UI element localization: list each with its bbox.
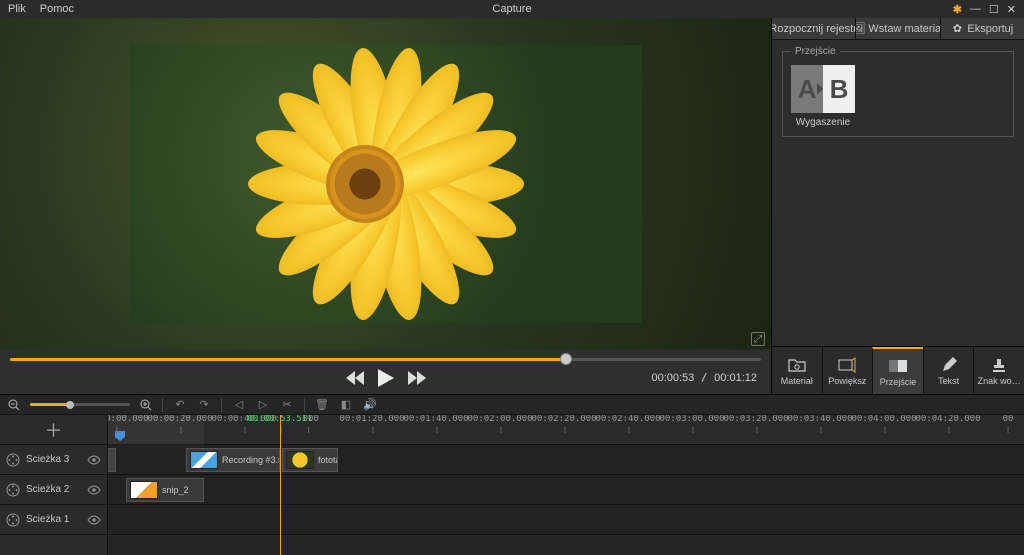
track-headers: ＋ Ścieżka 3 Ścieżka 2	[0, 415, 108, 555]
flower-center	[326, 145, 404, 223]
clip-spacer[interactable]	[108, 448, 116, 472]
transitions-panel: Przejście A B Wygaszenie	[782, 46, 1014, 137]
step-back-button[interactable]	[346, 371, 364, 385]
track-head-1[interactable]: Ścieżka 1	[0, 505, 107, 535]
timeline-canvas[interactable]: 00:00:00.00000:00:20.00000:00:40.00000:0…	[108, 415, 1024, 555]
transitions-legend: Przejście	[791, 46, 840, 57]
side-panel: 🎥 Rozpocznij rejestro… 🖼 Wstaw materiał …	[772, 18, 1024, 394]
clip-thumb	[286, 451, 314, 469]
ruler-tick: .000	[297, 415, 319, 424]
preview-viewport	[0, 18, 771, 350]
menubar: Plik Pomoc Capture ✱ — ☐ ✕	[0, 0, 1024, 18]
minimize-icon[interactable]: —	[970, 3, 981, 15]
maximize-icon[interactable]: ☐	[989, 3, 999, 16]
mark-in-button[interactable]: ◁	[232, 398, 246, 411]
track-row-3[interactable]: Recording #3.r fototap	[108, 445, 1024, 475]
clip-thumb	[130, 481, 158, 499]
preview-frame[interactable]	[130, 45, 642, 323]
ruler-tick: 00:03:20.000	[723, 415, 788, 424]
track-row-1[interactable]	[108, 505, 1024, 535]
zoom-out-button[interactable]	[8, 399, 20, 411]
ruler-tick: 00:03:40.000	[787, 415, 852, 424]
clip-recording[interactable]: Recording #3.r	[186, 448, 280, 472]
record-button[interactable]: 🎥 Rozpocznij rejestro…	[772, 18, 855, 39]
ruler-tick: 00:02:40.000	[595, 415, 660, 424]
window-title: Capture	[492, 3, 531, 15]
track-head-3[interactable]: Ścieżka 3	[0, 445, 107, 475]
playbar: 00:00:53 / 00:01:12	[0, 350, 771, 394]
transition-icon	[889, 357, 907, 375]
menu-file[interactable]: Plik	[8, 3, 26, 15]
mark-out-button[interactable]: ▷	[256, 398, 270, 411]
transition-label: Wygaszenie	[791, 117, 855, 128]
settings-icon[interactable]: ✱	[953, 3, 962, 16]
visibility-toggle[interactable]	[87, 453, 101, 467]
ruler-tick: 00:04:20.000	[915, 415, 980, 424]
ruler-tick: 00:04:00.000	[851, 415, 916, 424]
menu-help[interactable]: Pomoc	[40, 3, 74, 15]
export-icon: ✿	[951, 23, 963, 35]
ruler-tick: 00:02:20.000	[531, 415, 596, 424]
reel-icon	[6, 453, 20, 467]
ruler-tick: 00:03:00.000	[659, 415, 724, 424]
close-icon[interactable]: ✕	[1007, 3, 1016, 16]
visibility-toggle[interactable]	[87, 483, 101, 497]
tool-tabs: Materiał Powiększ Przejście	[772, 346, 1024, 394]
tab-zoom[interactable]: Powiększ	[822, 347, 873, 394]
tab-watermark[interactable]: Znak wo…	[973, 347, 1024, 394]
undo-button[interactable]: ↶	[173, 398, 187, 411]
ruler-tick: 00:01:40.000	[403, 415, 468, 424]
fullscreen-icon[interactable]	[751, 332, 765, 346]
zoom-icon	[838, 356, 856, 374]
redo-button[interactable]: ↷	[197, 398, 211, 411]
play-button[interactable]	[378, 369, 394, 387]
tab-transition[interactable]: Przejście	[872, 347, 923, 394]
cut-button[interactable]: ✂	[280, 398, 294, 411]
step-forward-button[interactable]	[408, 371, 426, 385]
clip-snip[interactable]: snip_2	[126, 478, 204, 502]
track-head-2[interactable]: Ścieżka 2	[0, 475, 107, 505]
clip-fototap[interactable]: fototap	[282, 448, 338, 472]
selection-band	[108, 415, 204, 445]
transition-thumb: A B	[791, 65, 855, 113]
preview-column: 00:00:53 / 00:01:12	[0, 18, 772, 394]
stamp-icon	[990, 356, 1008, 374]
export-button[interactable]: ✿ Eksportuj	[940, 18, 1024, 39]
image-icon: 🖼	[855, 23, 864, 35]
ruler-tick: 00:01:20.000	[339, 415, 404, 424]
pencil-icon	[940, 356, 958, 374]
visibility-toggle[interactable]	[87, 513, 101, 527]
zoom-slider[interactable]	[30, 403, 130, 406]
transition-item[interactable]: A B Wygaszenie	[791, 65, 855, 128]
insert-media-button[interactable]: 🖼 Wstaw materiał	[855, 18, 939, 39]
timeline: ↶ ↷ ◁ ▷ ✂ 🗑 ◧ 🔊 ＋ Ścieżka 3	[0, 394, 1024, 555]
tab-text[interactable]: Tekst	[923, 347, 974, 394]
add-track-button[interactable]: ＋	[0, 415, 107, 445]
timeline-toolbar: ↶ ↷ ◁ ▷ ✂ 🗑 ◧ 🔊	[0, 395, 1024, 415]
volume-button[interactable]: 🔊	[363, 398, 377, 411]
crop-button[interactable]: ◧	[339, 398, 353, 411]
reel-icon	[6, 513, 20, 527]
folder-camera-icon	[788, 356, 806, 374]
clip-thumb	[190, 451, 218, 469]
ruler-tick: 00	[1003, 415, 1014, 424]
reel-icon	[6, 483, 20, 497]
seek-bar[interactable]	[10, 354, 761, 364]
delete-button[interactable]: 🗑	[315, 398, 329, 411]
track-row-2[interactable]: snip_2	[108, 475, 1024, 505]
time-display: 00:00:53 / 00:01:12	[651, 372, 757, 384]
timeline-ruler[interactable]: 00:00:00.00000:00:20.00000:00:40.00000:0…	[108, 415, 1024, 445]
ruler-tick: 00:02:00.000	[467, 415, 532, 424]
tab-material[interactable]: Materiał	[772, 347, 822, 394]
zoom-in-button[interactable]	[140, 399, 152, 411]
